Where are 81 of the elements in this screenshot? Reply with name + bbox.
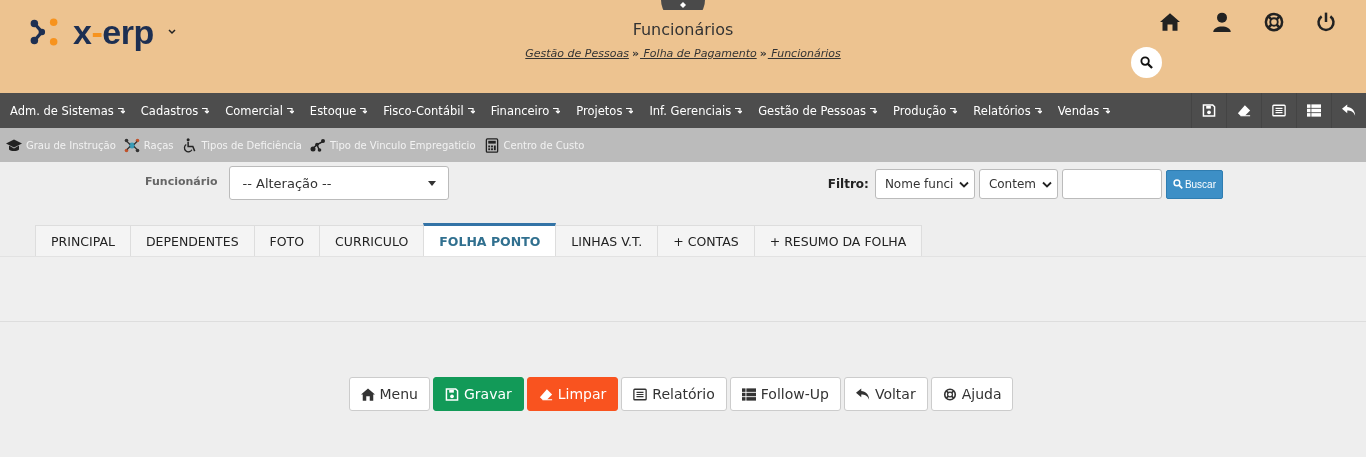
tab[interactable]: FOLHA PONTO bbox=[423, 223, 557, 256]
menu-item[interactable]: Produção bbox=[893, 103, 947, 118]
filter-field-select[interactable]: Nome funci bbox=[874, 169, 975, 199]
dropdown-arrow-icon bbox=[870, 107, 878, 114]
menu-item[interactable]: Cadastros bbox=[140, 103, 199, 118]
logo-icon bbox=[29, 17, 59, 47]
employee-select[interactable]: -- Alteração -- bbox=[229, 166, 450, 200]
dropdown-arrow-icon bbox=[360, 107, 368, 114]
tab[interactable]: PRINCIPAL bbox=[35, 225, 131, 256]
tab[interactable]: + CONTAS bbox=[657, 225, 755, 256]
search-input[interactable] bbox=[1061, 169, 1162, 199]
dropdown-arrow-icon bbox=[1034, 107, 1042, 114]
people-icon bbox=[123, 137, 140, 153]
menu-item[interactable]: Vendas bbox=[1057, 103, 1100, 118]
tab[interactable]: LINHAS V.T. bbox=[555, 225, 659, 256]
badge-icon bbox=[661, 0, 705, 10]
dropdown-arrow-icon bbox=[467, 107, 475, 114]
wheelchair-icon bbox=[181, 137, 198, 153]
page-title: Funcionários bbox=[632, 20, 734, 39]
menu-item[interactable]: Financeiro bbox=[490, 103, 550, 118]
menu-item[interactable]: Inf. Gerenciais bbox=[649, 103, 732, 118]
home-icon bbox=[360, 387, 375, 401]
table-icon bbox=[1307, 104, 1321, 117]
action-button[interactable]: Gravar bbox=[432, 377, 524, 411]
dropdown-arrow-icon bbox=[553, 107, 561, 114]
table-icon bbox=[741, 387, 756, 401]
dropdown-arrow-icon bbox=[735, 107, 743, 114]
home-icon bbox=[1160, 12, 1180, 32]
calculator-icon bbox=[483, 137, 500, 153]
list-icon bbox=[633, 387, 648, 401]
tab[interactable]: CURRICULO bbox=[319, 225, 425, 256]
list-icon bbox=[1272, 104, 1286, 117]
action-button[interactable]: Voltar bbox=[843, 377, 928, 411]
help-icon bbox=[942, 387, 957, 401]
tab[interactable]: FOTO bbox=[253, 225, 321, 256]
power-icon bbox=[1316, 12, 1336, 32]
help-icon bbox=[1264, 12, 1284, 32]
graduation-cap-icon bbox=[6, 137, 22, 153]
menu-item[interactable]: Adm. de Sistemas bbox=[10, 103, 114, 118]
menu-item[interactable]: Fisco-Contábil bbox=[383, 103, 464, 118]
tab[interactable]: DEPENDENTES bbox=[129, 225, 255, 256]
undo-icon bbox=[855, 387, 870, 401]
dropdown-arrow-icon bbox=[286, 107, 294, 114]
chevron-down-icon bbox=[1041, 180, 1052, 188]
tab[interactable]: + RESUMO DA FOLHA bbox=[753, 225, 923, 256]
dropdown-arrow-icon bbox=[626, 107, 634, 114]
filter-label: Filtro: bbox=[827, 177, 869, 191]
eraser-icon bbox=[1237, 104, 1251, 117]
menu-item[interactable]: Estoque bbox=[309, 103, 357, 118]
undo-icon bbox=[1342, 104, 1356, 117]
search-button[interactable]: Buscar bbox=[1165, 169, 1223, 199]
dropdown-arrow-icon bbox=[117, 107, 125, 114]
menu-item[interactable]: Comercial bbox=[225, 103, 283, 118]
action-button[interactable]: Ajuda bbox=[930, 377, 1014, 411]
dropdown-arrow-icon bbox=[202, 107, 210, 114]
menu-item[interactable]: Projetos bbox=[576, 103, 623, 118]
menu-item[interactable]: Gestão de Pessoas bbox=[758, 103, 867, 118]
search-icon bbox=[1140, 56, 1153, 69]
network-icon bbox=[309, 137, 326, 153]
search-icon bbox=[1172, 179, 1183, 189]
action-button[interactable]: Follow-Up bbox=[729, 377, 841, 411]
eraser-icon bbox=[538, 387, 553, 401]
chevron-down-icon bbox=[958, 180, 969, 188]
breadcrumb-link[interactable]: Folha de Pagamento bbox=[640, 47, 757, 60]
dropdown-arrow-icon bbox=[1103, 107, 1111, 114]
logo-wordmark[interactable]: x-erp bbox=[73, 15, 154, 49]
save-icon bbox=[1202, 104, 1216, 117]
breadcrumb-link[interactable]: Gestão de Pessoas bbox=[525, 47, 629, 60]
filter-operator-select[interactable]: Contem bbox=[978, 169, 1058, 199]
field-label: Funcionário bbox=[145, 175, 218, 190]
breadcrumb-link[interactable]: Funcionários bbox=[767, 47, 841, 60]
action-button[interactable]: Menu bbox=[348, 377, 430, 411]
search-button[interactable] bbox=[1131, 47, 1162, 78]
menu-item[interactable]: Relatórios bbox=[973, 103, 1031, 118]
dropdown-arrow-icon bbox=[950, 107, 958, 114]
breadcrumb-separator: » bbox=[759, 47, 767, 60]
action-button[interactable]: Relatório bbox=[621, 377, 727, 411]
save-icon bbox=[444, 387, 459, 401]
breadcrumb-separator: » bbox=[631, 47, 639, 60]
user-icon bbox=[1212, 12, 1232, 32]
caret-icon[interactable] bbox=[167, 29, 176, 35]
